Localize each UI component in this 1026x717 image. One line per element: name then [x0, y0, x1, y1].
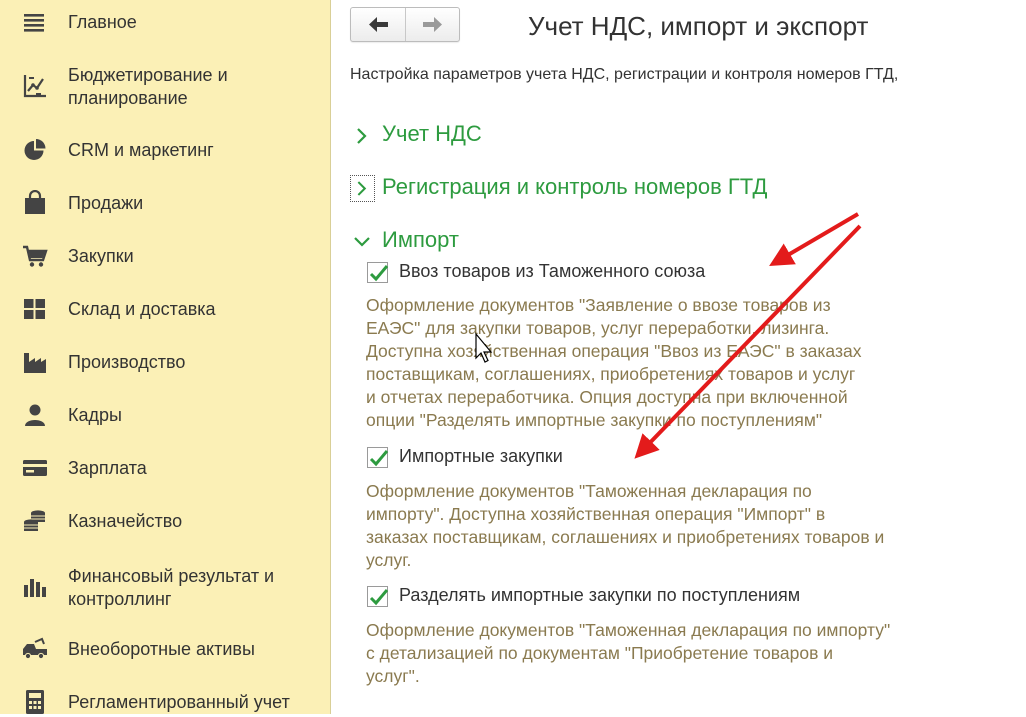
- back-button[interactable]: [351, 8, 406, 41]
- sidebar-item-regulated-accounting[interactable]: Регламентированный учет: [0, 689, 331, 717]
- page-subtitle: Настройка параметров учета НДС, регистра…: [350, 66, 899, 83]
- split-imports-checkbox[interactable]: [367, 586, 389, 607]
- sidebar-item-treasury[interactable]: Казначейство: [0, 508, 331, 536]
- bar-chart-icon: [24, 579, 46, 597]
- sidebar-item-label: Казначейство: [68, 511, 183, 531]
- section-vat-label: Учет НДС: [382, 121, 482, 146]
- navigation-buttons: [350, 7, 460, 42]
- section-import-header[interactable]: Импорт: [350, 227, 500, 256]
- sidebar-item-sales[interactable]: Продажи: [0, 190, 331, 218]
- sidebar-item-label: Продажи: [68, 193, 144, 213]
- sidebar-item-label: Бюджетирование и планирование: [68, 65, 228, 108]
- arrow-left-icon: [369, 17, 388, 32]
- sidebar-item-hr[interactable]: Кадры: [0, 402, 331, 430]
- sidebar-item-payroll[interactable]: Зарплата: [0, 455, 331, 483]
- sidebar-item-label: Производство: [68, 352, 186, 372]
- menu-icon: [24, 14, 44, 32]
- sidebar: Главное Бюджетирование и планирование CR…: [0, 0, 331, 714]
- option-split-imports[interactable]: Разделять импортные закупки по поступлен…: [367, 585, 847, 612]
- coins-icon: [24, 510, 45, 531]
- chevron-down-icon: [354, 237, 370, 247]
- split-imports-label: Разделять импортные закупки по поступлен…: [399, 585, 801, 605]
- sidebar-item-budgeting[interactable]: Бюджетирование и планирование: [0, 63, 331, 113]
- sidebar-item-production[interactable]: Производство: [0, 349, 331, 377]
- option-import-purchases[interactable]: Импортные закупки: [367, 446, 617, 473]
- sidebar-item-label: Закупки: [68, 246, 134, 266]
- checkmark-icon: [369, 589, 389, 606]
- chevron-right-icon: [357, 128, 367, 144]
- sidebar-item-crm[interactable]: CRM и маркетинг: [0, 137, 331, 165]
- calculator-icon: [26, 690, 44, 714]
- card-icon: [23, 460, 47, 476]
- truck-icon: [23, 637, 47, 660]
- person-icon: [25, 404, 45, 426]
- eaeu-import-label: Ввоз товаров из Таможенного союза: [399, 261, 706, 281]
- import-purchases-checkbox[interactable]: [367, 447, 389, 468]
- sidebar-item-warehouse[interactable]: Склад и доставка: [0, 296, 331, 324]
- chevron-right-icon: [350, 175, 375, 202]
- import-purchases-label: Импортные закупки: [399, 446, 563, 466]
- sidebar-item-label: Склад и доставка: [68, 299, 216, 319]
- checkmark-icon: [369, 450, 389, 467]
- sidebar-item-fixed-assets[interactable]: Внеоборотные активы: [0, 636, 331, 664]
- checkmark-icon: [369, 265, 389, 282]
- sidebar-item-purchases[interactable]: Закупки: [0, 243, 331, 271]
- shopping-bag-icon: [25, 190, 45, 214]
- sidebar-item-main[interactable]: Главное: [0, 9, 331, 37]
- sidebar-item-label: CRM и маркетинг: [68, 140, 214, 160]
- page-title: Учет НДС, импорт и экспорт: [528, 11, 869, 41]
- section-vat-header[interactable]: Учет НДС: [350, 121, 530, 150]
- sidebar-item-label: Внеоборотные активы: [68, 639, 255, 659]
- eaeu-import-description: Оформление документов "Заявление о ввозе…: [366, 295, 862, 430]
- sidebar-item-label: Главное: [68, 12, 137, 32]
- sidebar-item-financial-result[interactable]: Финансовый результат и контроллинг: [0, 564, 331, 614]
- forward-button[interactable]: [406, 8, 460, 41]
- main-content: Учет НДС, импорт и экспорт Настройка пар…: [332, 0, 1026, 714]
- section-gtd-label: Регистрация и контроль номеров ГТД: [382, 174, 768, 199]
- sidebar-item-label: Зарплата: [68, 458, 147, 478]
- sidebar-item-label: Финансовый результат и контроллинг: [68, 566, 275, 609]
- budget-chart-icon: [23, 75, 46, 98]
- section-import-label: Импорт: [382, 227, 459, 252]
- section-gtd-header[interactable]: Регистрация и контроль номеров ГТД: [350, 174, 810, 203]
- sidebar-item-label: Регламентированный учет: [68, 692, 290, 712]
- warehouse-grid-icon: [24, 299, 45, 319]
- import-purchases-description: Оформление документов "Таможенная деклар…: [366, 481, 885, 570]
- option-eaeu-import[interactable]: Ввоз товаров из Таможенного союза: [367, 261, 747, 288]
- eaeu-import-checkbox[interactable]: [367, 262, 389, 283]
- factory-icon: [24, 353, 46, 373]
- cart-icon: [23, 245, 48, 267]
- pie-chart-icon: [24, 139, 46, 160]
- sidebar-item-label: Кадры: [68, 405, 122, 425]
- split-imports-description: Оформление документов "Таможенная деклар…: [366, 620, 891, 686]
- arrow-right-icon: [423, 17, 442, 32]
